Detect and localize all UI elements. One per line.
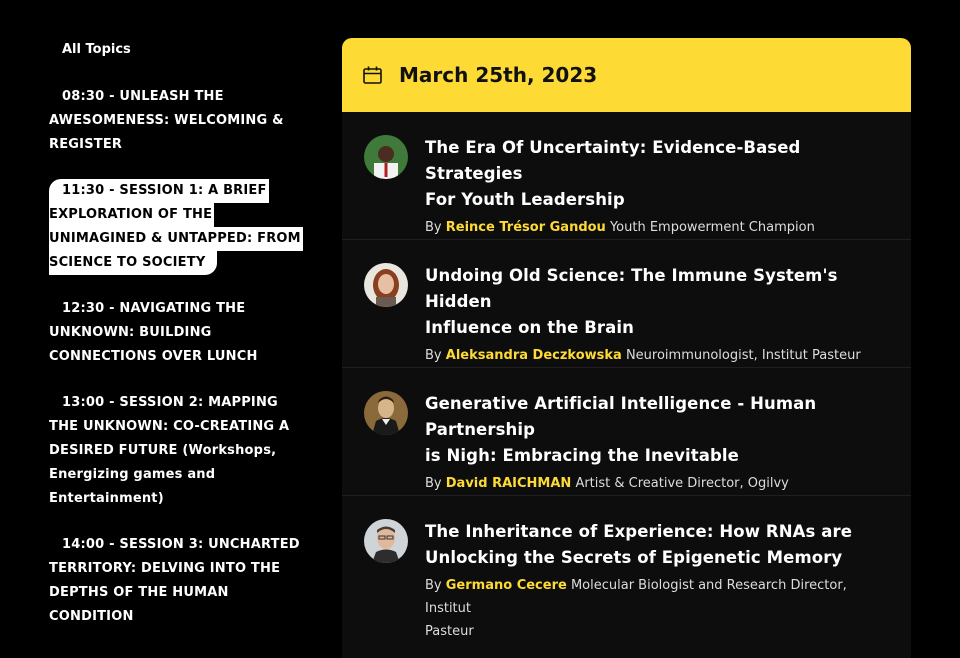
speaker-avatar xyxy=(364,519,408,563)
topic-line: Entertainment) xyxy=(49,491,164,506)
topic-line: TERRITORY: DELVING INTO THE xyxy=(49,561,281,576)
calendar-icon xyxy=(363,66,382,84)
speaker-avatar xyxy=(364,263,408,307)
session-item: The Era Of Uncertainty: Evidence-Based S… xyxy=(342,112,911,240)
speaker-avatar xyxy=(364,135,408,179)
speaker-name[interactable]: Reince Trésor Gandou xyxy=(446,220,606,235)
by-label: By xyxy=(425,220,442,235)
topic-1230[interactable]: 12:30 - NAVIGATING THE UNKNOWN: BUILDING… xyxy=(49,297,294,369)
title-line: The Inheritance of Experience: How RNAs … xyxy=(425,522,852,541)
title-line: Generative Artificial Intelligence - Hum… xyxy=(425,394,817,439)
topic-line: 08:30 - UNLEASH THE xyxy=(62,89,224,104)
topic-line: REGISTER xyxy=(49,137,123,152)
topics-sidebar: All Topics 08:30 - UNLEASH THE AWESOMENE… xyxy=(49,38,303,651)
all-topics-link[interactable]: All Topics xyxy=(49,38,294,62)
topic-line: AWESOMENESS: WELCOMING & xyxy=(49,113,284,128)
topic-line: UNKNOWN: BUILDING xyxy=(49,325,212,340)
session-meta: By Reince Trésor Gandou Youth Empowermen… xyxy=(425,216,889,239)
topic-line: EXPLORATION OF THE xyxy=(49,203,215,227)
speaker-name[interactable]: Germano Cecere xyxy=(446,578,567,593)
topic-line: CONDITION xyxy=(49,609,134,624)
title-line: The Era Of Uncertainty: Evidence-Based S… xyxy=(425,138,801,183)
speaker-role: Youth Empowerment Champion xyxy=(609,220,815,235)
session-title[interactable]: Generative Artificial Intelligence - Hum… xyxy=(425,391,889,469)
topic-line: CONNECTIONS OVER LUNCH xyxy=(49,349,258,364)
title-line: is Nigh: Embracing the Inevitable xyxy=(425,446,739,465)
session-meta: By David RAICHMAN Artist & Creative Dire… xyxy=(425,472,889,495)
session-title[interactable]: The Inheritance of Experience: How RNAs … xyxy=(425,519,889,571)
date-header: March 25th, 2023 xyxy=(342,38,911,112)
title-line: Influence on the Brain xyxy=(425,318,634,337)
topic-line: 13:00 - SESSION 2: MAPPING xyxy=(62,395,278,410)
topic-1400[interactable]: 14:00 - SESSION 3: UNCHARTED TERRITORY: … xyxy=(49,533,300,629)
title-line: Unlocking the Secrets of Epigenetic Memo… xyxy=(425,548,843,567)
topic-0830[interactable]: 08:30 - UNLEASH THE AWESOMENESS: WELCOMI… xyxy=(49,85,294,157)
session-item: The Inheritance of Experience: How RNAs … xyxy=(342,496,911,639)
topic-line: 14:00 - SESSION 3: UNCHARTED xyxy=(62,537,300,552)
topic-line: Energizing games and xyxy=(49,467,216,482)
by-label: By xyxy=(425,578,442,593)
session-item: Undoing Old Science: The Immune System's… xyxy=(342,240,911,368)
speaker-avatar xyxy=(364,391,408,435)
date-title: March 25th, 2023 xyxy=(399,63,598,87)
speaker-role: Artist & Creative Director, Ogilvy xyxy=(575,476,789,491)
session-title[interactable]: Undoing Old Science: The Immune System's… xyxy=(425,263,889,341)
topic-1130-active[interactable]: 11:30 - SESSION 1: A BRIEF EXPLORATION O… xyxy=(49,179,303,275)
topic-line: THE UNKNOWN: CO-CREATING A xyxy=(49,419,290,434)
speaker-name[interactable]: David RAICHMAN xyxy=(446,476,572,491)
speaker-role: Neuroimmunologist, Institut Pasteur xyxy=(625,348,861,363)
speaker-role: Pasteur xyxy=(425,624,474,639)
title-line: For Youth Leadership xyxy=(425,190,625,209)
by-label: By xyxy=(425,348,442,363)
session-title[interactable]: The Era Of Uncertainty: Evidence-Based S… xyxy=(425,135,889,213)
by-label: By xyxy=(425,476,442,491)
topic-line: 11:30 - SESSION 1: A BRIEF xyxy=(49,179,269,203)
speaker-name[interactable]: Aleksandra Deczkowska xyxy=(446,348,622,363)
topic-line: UNIMAGINED & UNTAPPED: FROM xyxy=(49,227,303,251)
topic-line: SCIENCE TO SOCIETY xyxy=(49,251,218,275)
topic-line: DESIRED FUTURE (Workshops, xyxy=(49,443,277,458)
title-line: Undoing Old Science: The Immune System's… xyxy=(425,266,838,311)
session-meta: By Germano Cecere Molecular Biologist an… xyxy=(425,574,889,643)
session-meta: By Aleksandra Deczkowska Neuroimmunologi… xyxy=(425,344,889,367)
topic-line: DEPTHS OF THE HUMAN xyxy=(49,585,229,600)
topic-1300[interactable]: 13:00 - SESSION 2: MAPPING THE UNKNOWN: … xyxy=(49,391,294,511)
schedule-panel: March 25th, 2023 The Era Of Uncertainty:… xyxy=(342,38,911,658)
session-item: Generative Artificial Intelligence - Hum… xyxy=(342,368,911,496)
topic-line: 12:30 - NAVIGATING THE xyxy=(62,301,246,316)
